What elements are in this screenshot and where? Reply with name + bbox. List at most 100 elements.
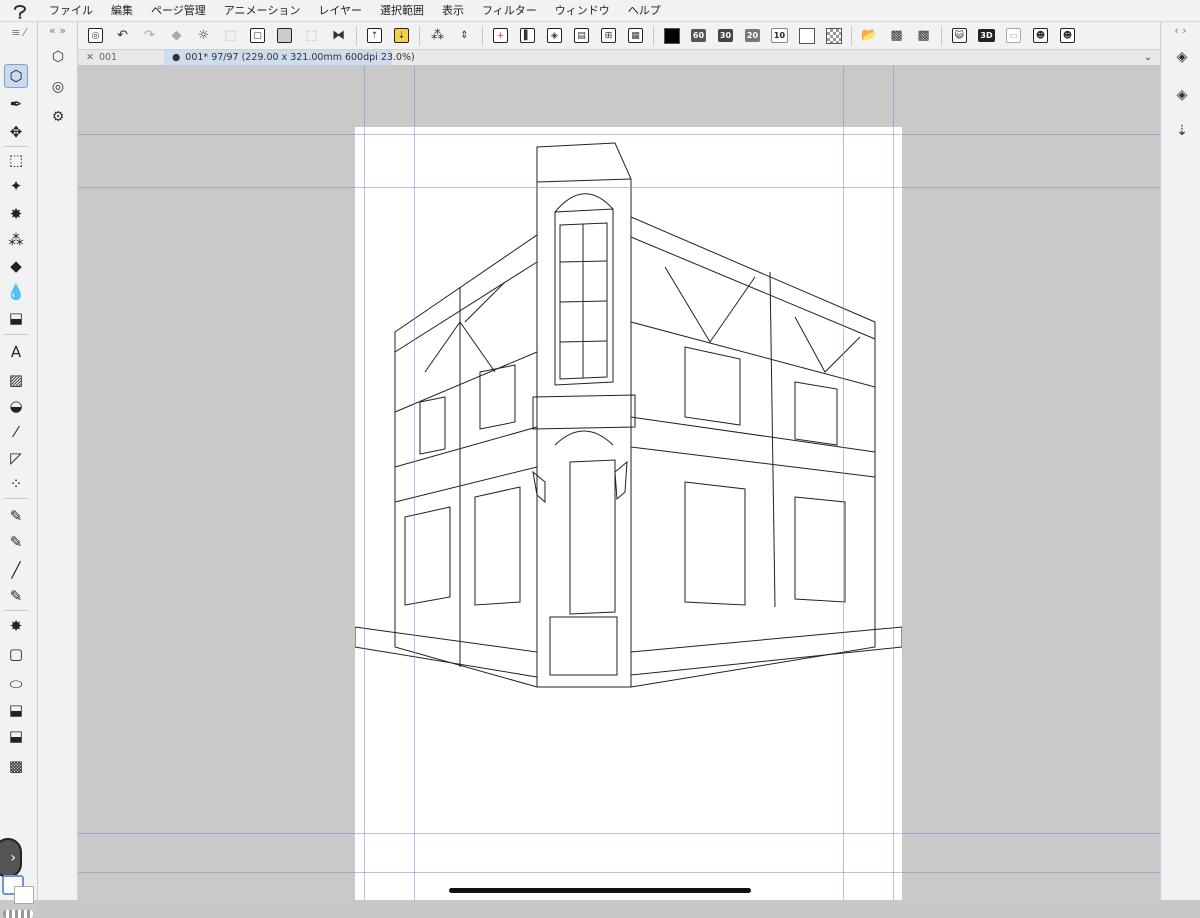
character2-icon[interactable]: ☻ <box>1057 25 1079 47</box>
transparent-color-swatch[interactable] <box>3 910 33 918</box>
fill-icon[interactable]: ◒ <box>4 394 28 418</box>
sub-tool-3-icon[interactable]: ⚙ <box>47 106 69 128</box>
tool-palette: ≡ ⁄ ⬡ ✒ ✥ ⬚ ✦ ✸ ⁂ ◆ 💧 ⬓ A ▨ ◒ ⁄ ◸ ⁘ ✎ ✎ … <box>0 22 38 918</box>
close-icon[interactable]: ✕ <box>86 52 94 63</box>
canvas-paper[interactable] <box>354 127 903 900</box>
frame-icon[interactable]: ⁘ <box>4 472 28 496</box>
pattern-icon[interactable]: ⁂ <box>4 228 28 252</box>
palette-collapse-icon[interactable]: ≡ ⁄ <box>0 22 37 62</box>
stamp-icon[interactable]: ⬓ <box>4 306 28 330</box>
menu-animation[interactable]: アニメーション <box>215 0 310 22</box>
burst-icon[interactable]: ✸ <box>4 614 28 638</box>
sparkle-icon[interactable]: ✸ <box>4 202 28 226</box>
canvas-tabs: ✕ 001 ● 001* 97/97 (229.00 x 321.00mm 60… <box>78 50 1160 66</box>
black-color-swatch[interactable] <box>661 25 683 47</box>
pattern-icon[interactable]: ▩ <box>886 25 908 47</box>
blend-icon[interactable]: 💧 <box>4 280 28 304</box>
stepper-icon[interactable]: ⇕ <box>454 25 476 47</box>
ellipse-icon[interactable]: ⬭ <box>4 672 28 696</box>
clip-studio-icon[interactable]: ◎ <box>85 25 107 47</box>
pattern2-icon[interactable]: ▩ <box>913 25 935 47</box>
pencil-icon[interactable]: ✎ <box>4 530 28 554</box>
tab-001[interactable]: ✕ 001 <box>78 50 164 65</box>
flip-horizontal-icon[interactable]: ⧓ <box>328 25 350 47</box>
rectangle-icon[interactable]: ▢ <box>4 642 28 666</box>
eraser-icon[interactable]: ◆ <box>4 254 28 278</box>
tone-20-button[interactable]: 20 <box>742 25 764 47</box>
sub-tool-2-icon[interactable]: ◎ <box>47 76 69 98</box>
sub-color-swatch[interactable] <box>14 886 34 904</box>
3d-icon[interactable]: 3D <box>976 25 998 47</box>
menu-help[interactable]: ヘルプ <box>619 0 670 22</box>
selection-icon[interactable]: ⬚ <box>4 148 28 172</box>
color-panel-toggle-button[interactable]: › <box>0 838 22 878</box>
deselect-icon[interactable]: ☼ <box>193 25 215 47</box>
marker-icon[interactable]: ✎ <box>4 584 28 608</box>
erase-icon[interactable]: ◆ <box>166 25 188 47</box>
menu-page[interactable]: ページ管理 <box>142 0 215 22</box>
menu-edit[interactable]: 編集 <box>102 0 142 22</box>
open-file-icon[interactable]: 📂 <box>859 25 881 47</box>
collapse-icon[interactable]: « » <box>38 24 77 37</box>
sub-tool-1-icon[interactable]: ⬡ <box>47 46 69 68</box>
export-icon[interactable]: ⇡ <box>364 25 386 47</box>
move-icon[interactable]: ✥ <box>4 120 28 144</box>
dot-icon: ● <box>172 52 181 63</box>
invert-selection-icon[interactable]: ⬚ <box>220 25 242 47</box>
pen-icon[interactable]: ✒ <box>4 92 28 116</box>
separator <box>4 146 28 147</box>
redo-icon[interactable]: ↷ <box>139 25 161 47</box>
tone-10-button[interactable]: 10 <box>769 25 791 47</box>
character-icon[interactable]: ☻ <box>1030 25 1052 47</box>
tone-30-button[interactable]: 30 <box>715 25 737 47</box>
folder-layer-icon[interactable]: ▤ <box>571 25 593 47</box>
new-layer-icon[interactable]: + <box>490 25 512 47</box>
tab-active[interactable]: ● 001* 97/97 (229.00 x 321.00mm 600dpi 2… <box>164 50 415 65</box>
figure2-icon[interactable]: ⬓ <box>4 724 28 748</box>
vector-layer-icon[interactable]: ◈ <box>544 25 566 47</box>
pen2-icon[interactable]: ✎ <box>4 504 28 528</box>
collapse-icon[interactable]: ‹ › <box>1161 24 1200 37</box>
clear-selection-icon[interactable]: ⬚ <box>301 25 323 47</box>
canvas-area[interactable] <box>78 66 1160 900</box>
text-icon[interactable]: A <box>4 340 28 364</box>
line-icon[interactable]: ╱ <box>4 558 28 582</box>
layer-property-icon[interactable]: ◈ <box>1171 84 1193 106</box>
menu-file[interactable]: ファイル <box>40 0 102 22</box>
fill-selection-icon[interactable] <box>274 25 296 47</box>
separator <box>4 498 28 499</box>
menu-layer[interactable]: レイヤー <box>309 0 371 22</box>
crop-icon[interactable]: ▢ <box>247 25 269 47</box>
gradient-icon[interactable]: ▨ <box>4 368 28 392</box>
transparent-color-swatch[interactable] <box>823 25 845 47</box>
home-indicator[interactable] <box>449 888 751 893</box>
menu-window[interactable]: ウィンドウ <box>546 0 619 22</box>
clip-studio-logo-icon[interactable] <box>0 0 40 22</box>
raster-layer-icon[interactable]: ▌ <box>517 25 539 47</box>
layer-icon[interactable]: ◈ <box>1171 46 1193 68</box>
merge-layer-icon[interactable]: ⊞ <box>598 25 620 47</box>
guide-line <box>78 134 1160 135</box>
ruler-icon[interactable]: ◸ <box>4 446 28 470</box>
snap-icon[interactable]: ⁂ <box>427 25 449 47</box>
layer-mask-icon[interactable]: ▦ <box>625 25 647 47</box>
white-color-swatch[interactable] <box>796 25 818 47</box>
tone-60-button[interactable]: 60 <box>688 25 710 47</box>
lt-icon[interactable]: ▭ <box>1003 25 1025 47</box>
brush-icon[interactable]: ⁄ <box>4 420 28 444</box>
magic-wand-icon[interactable]: ✦ <box>4 174 28 198</box>
separator <box>941 25 942 46</box>
separator <box>4 334 28 335</box>
building-drawing <box>354 142 903 688</box>
figure-icon[interactable]: ⬓ <box>4 698 28 722</box>
menu-view[interactable]: 表示 <box>433 0 473 22</box>
operation-icon[interactable]: ⬡ <box>4 64 28 88</box>
chevron-down-icon[interactable]: ⌄ <box>1136 50 1160 65</box>
menu-selection[interactable]: 選択範囲 <box>371 0 433 22</box>
tone-icon[interactable]: ▩ <box>4 754 28 778</box>
cat-icon[interactable]: 😺 <box>949 25 971 47</box>
undo-icon[interactable]: ↶ <box>112 25 134 47</box>
import-layer-icon[interactable]: ⇣ <box>1171 120 1193 142</box>
import-icon[interactable]: ⇣ <box>391 25 413 47</box>
menu-filter[interactable]: フィルター <box>473 0 546 22</box>
